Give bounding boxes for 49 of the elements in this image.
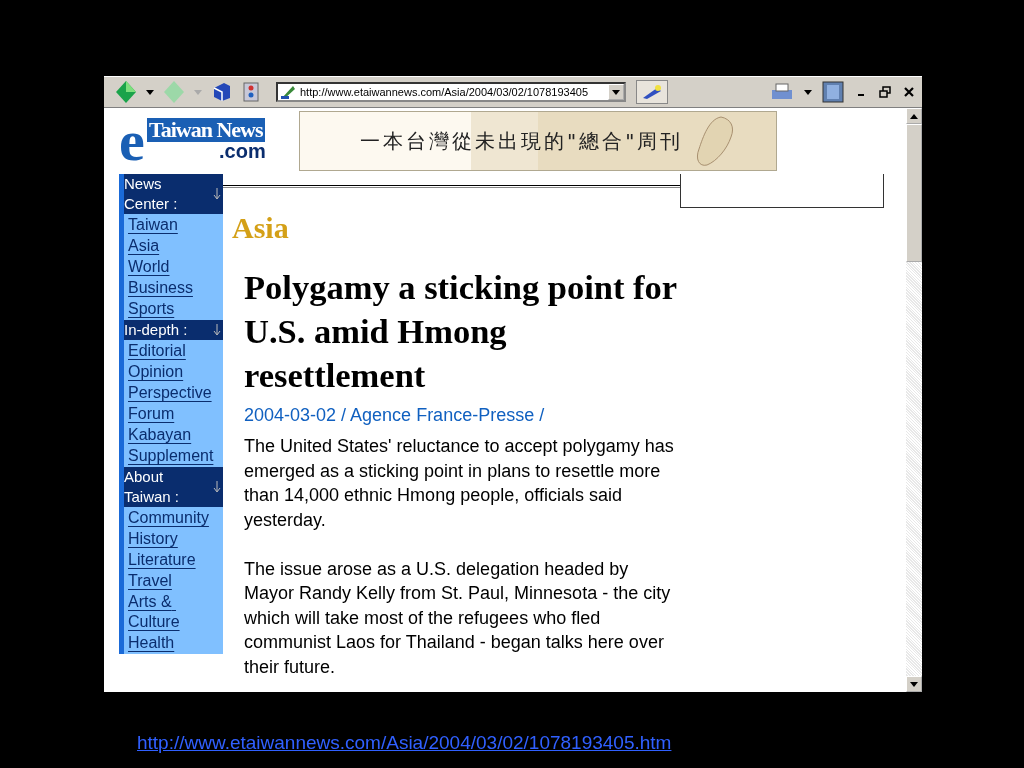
- article-paragraph: The issue arose as a U.S. delegation headed by Mayor Randy Kelly from St. Paul, Minnesota - the city which will take most of the refugees who fled communist Laos for Thailand - began talks here over their future.: [244, 557, 672, 679]
- down-arrow-icon: [910, 681, 918, 687]
- menu-link[interactable]: Editorial: [128, 341, 223, 361]
- menu-link[interactable]: Forum: [128, 404, 223, 424]
- article-headline: Polygamy a sticking point for U.S. amid Hmong resettlement: [244, 267, 678, 396]
- address-field[interactable]: http://www.etaiwannews.com/Asia/2004/03/02/1078193405: [276, 82, 626, 102]
- restore-icon[interactable]: [878, 85, 892, 99]
- stop-icon[interactable]: [242, 82, 260, 102]
- pen-icon: [641, 84, 663, 100]
- close-icon[interactable]: [902, 85, 916, 99]
- menu-link[interactable]: Community: [128, 508, 223, 528]
- scroll-down-button[interactable]: [906, 676, 922, 692]
- menu-link[interactable]: World: [128, 257, 223, 277]
- article-byline: 2004-03-02 / Agence France-Presse /: [244, 405, 546, 426]
- caret-icon[interactable]: [804, 89, 812, 95]
- menu-link[interactable]: Business: [128, 278, 223, 298]
- menu-heading: News Center :: [124, 174, 223, 214]
- menu-link[interactable]: Opinion: [128, 362, 223, 382]
- printer-icon[interactable]: [770, 82, 794, 102]
- page-link[interactable]: http://www.etaiwannews.com/Asia/2004/03/02/1078193405.htm: [137, 732, 672, 754]
- window-icon[interactable]: [822, 81, 844, 103]
- caret-icon[interactable]: [612, 89, 620, 95]
- article-paragraph: The United States' reluctance to accept polygamy has emerged as a sticking point in plans to resettle more than 14,000 ethnic Hmong people, officials said yesterday.: [244, 435, 675, 532]
- page-icon: [280, 84, 296, 100]
- down-arrow-icon: [213, 481, 221, 493]
- menu-link[interactable]: Supplement: [128, 446, 223, 466]
- menu-link[interactable]: Travel: [128, 571, 223, 591]
- up-arrow-icon: [910, 113, 918, 119]
- scroll-thumb[interactable]: [906, 124, 922, 262]
- scroll-up-button[interactable]: [906, 108, 922, 124]
- menu-heading: About Taiwan :: [124, 467, 223, 507]
- scrollbar[interactable]: [906, 108, 922, 692]
- menu-link[interactable]: Kabayan: [128, 425, 223, 445]
- down-arrow-icon: [213, 188, 221, 200]
- menu-link[interactable]: Literature: [128, 550, 223, 570]
- down-arrow-icon: [213, 324, 221, 336]
- search-button[interactable]: [636, 80, 668, 104]
- dropdown-button[interactable]: [608, 84, 624, 100]
- menu-link[interactable]: Taiwan: [128, 215, 223, 235]
- menu-link[interactable]: Asia: [128, 236, 223, 256]
- menu-link[interactable]: Perspective: [128, 383, 223, 403]
- menu-link[interactable]: Arts & Culture: [128, 592, 223, 632]
- menu-link[interactable]: Sports: [128, 299, 223, 319]
- section-title: Asia: [232, 211, 290, 245]
- caret-icon[interactable]: [146, 89, 154, 95]
- menu-heading: In-depth :: [124, 320, 223, 340]
- banner-ad[interactable]: 一本台灣從未出現的"總合"周刊: [299, 111, 777, 171]
- menu-link[interactable]: History: [128, 529, 223, 549]
- menu-link[interactable]: Health: [128, 633, 223, 653]
